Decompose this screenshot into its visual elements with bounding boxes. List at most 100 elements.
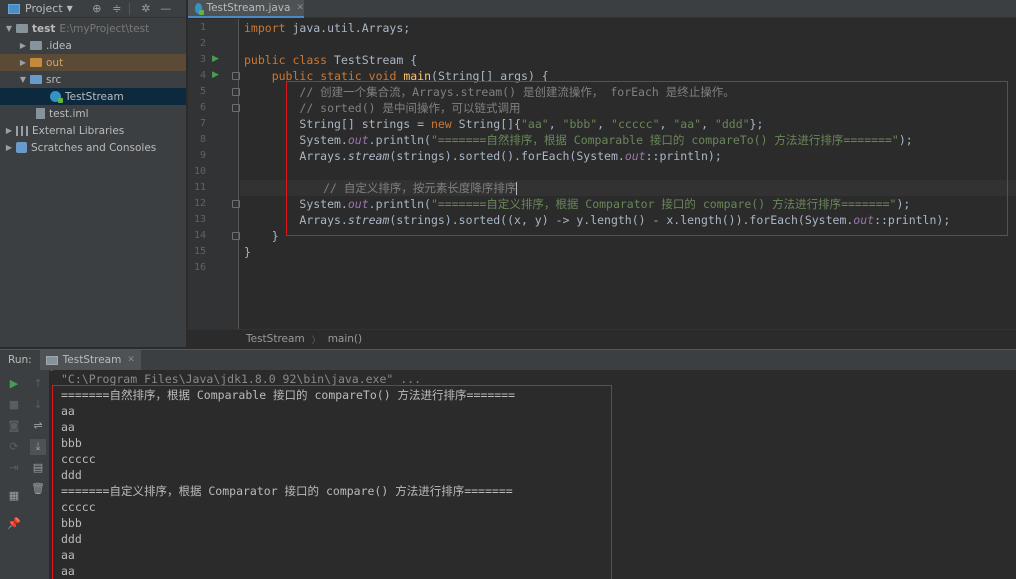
line-number: 6 (199, 102, 206, 113)
tree-item-idea[interactable]: ▶ .idea (0, 37, 186, 54)
rerun-icon[interactable]: ▶ (6, 376, 22, 392)
tree-item-label: test.iml (49, 107, 89, 120)
fold-icon[interactable] (232, 232, 240, 240)
stop-icon[interactable]: ■ (6, 397, 22, 413)
code-token: public (271, 69, 314, 83)
trash-icon[interactable]: 🗑 (30, 481, 46, 497)
print-icon[interactable]: ▤ (30, 460, 46, 476)
expand-arrow-icon[interactable]: ▶ (4, 126, 14, 135)
tree-item-label: .idea (46, 39, 72, 52)
tree-item-scratches[interactable]: ▶ Scratches and Consoles (0, 139, 186, 156)
code-editor[interactable]: import java.util.Arrays; public class Te… (240, 19, 1016, 329)
expand-arrow-icon[interactable]: ▶ (18, 58, 28, 67)
chevron-right-icon: 〉 (311, 335, 321, 346)
run-config-icon (45, 355, 58, 365)
line-number: 3 (199, 54, 206, 65)
code-token: TestStream { (327, 53, 418, 67)
folder-icon (30, 41, 42, 50)
run-tool-window-header: Run: TestStream ✕ (0, 349, 1016, 371)
code-token: void (368, 69, 397, 83)
project-view-selector[interactable]: Project (25, 2, 63, 15)
editor-tab-bar: TestStream.java ✕ (188, 0, 1016, 18)
code-token: (String[] args) { (431, 69, 549, 83)
project-view-icon (8, 3, 20, 14)
tab-label: TestStream.java (206, 2, 291, 14)
close-icon[interactable]: ✕ (296, 3, 304, 13)
scroll-up-icon[interactable]: ↑ (30, 376, 46, 392)
line-number: 11 (193, 182, 206, 193)
console-line: aa (61, 420, 75, 434)
code-token: System. (299, 197, 348, 211)
run-gutter-icon[interactable]: ▶ (212, 70, 219, 80)
camera-icon[interactable]: ◙ (6, 418, 22, 434)
tree-item-src[interactable]: ▼ src (0, 71, 186, 88)
code-token: ::println); (874, 213, 951, 227)
divider (128, 2, 130, 15)
close-icon[interactable]: ✕ (127, 355, 135, 365)
console-line: ccccc (61, 500, 96, 514)
fold-icon[interactable] (232, 72, 240, 80)
expand-arrow-icon[interactable]: ▼ (18, 75, 28, 84)
code-line-14: } (244, 228, 279, 244)
line-number: 9 (199, 150, 206, 161)
scroll-down-icon[interactable]: ↓ (30, 397, 46, 413)
code-line-1: import java.util.Arrays; (244, 20, 410, 36)
layout-icon[interactable]: ▦ (6, 488, 22, 504)
fold-icon[interactable] (232, 200, 240, 208)
restore-layout-icon[interactable]: ⟳ (6, 439, 22, 455)
line-number: 14 (193, 230, 206, 241)
code-token: ); (896, 197, 911, 211)
code-line-4: public static void main(String[] args) { (244, 68, 549, 84)
tree-item-test-iml[interactable]: test.iml (0, 105, 186, 122)
tree-item-test[interactable]: ▼ test E:\myProject\test (0, 20, 186, 37)
expand-arrow-icon[interactable]: ▶ (4, 143, 14, 152)
code-token: stream (347, 213, 390, 227)
tree-item-out[interactable]: ▶ out (0, 54, 186, 71)
console-line: =======自定义排序，根据 Comparator 接口的 compare()… (61, 484, 513, 498)
crosshair-icon[interactable]: ⊕ (89, 2, 105, 15)
code-token: class (292, 53, 328, 67)
scroll-to-end-icon[interactable]: ⤓ (30, 439, 46, 455)
code-string: "ccccc" (611, 117, 660, 131)
scratches-icon (16, 142, 27, 153)
code-token: (strings).sorted().forEach(System. (389, 149, 625, 163)
exit-icon[interactable]: ⇥ (6, 460, 22, 476)
code-token: } (271, 229, 279, 243)
tab-teststream-java[interactable]: TestStream.java ✕ (188, 0, 304, 18)
expand-arrow-icon[interactable]: ▼ (4, 24, 14, 33)
pin-icon[interactable]: 📌 (6, 516, 22, 532)
code-token: , (701, 117, 715, 131)
run-tab-label: TestStream (62, 354, 122, 366)
code-token: out (347, 197, 369, 211)
tree-item-path: E:\myProject\test (59, 22, 150, 35)
tree-item-teststream[interactable]: TestStream (0, 88, 186, 105)
console-line: aa (61, 404, 75, 418)
soft-wrap-icon[interactable]: ⇌ (30, 418, 46, 434)
run-tab-teststream[interactable]: TestStream ✕ (39, 349, 141, 371)
fold-icon[interactable] (232, 88, 240, 96)
collapse-all-icon[interactable]: ≑ (109, 2, 125, 15)
code-token: ::println); (645, 149, 722, 163)
code-string: "=======自定义排序，根据 Comparator 接口的 compare(… (430, 197, 897, 211)
chevron-down-icon[interactable]: ▼ (67, 4, 73, 13)
expand-arrow-icon[interactable]: ▶ (18, 41, 28, 50)
breadcrumb-item-class[interactable]: TestStream (246, 333, 305, 345)
run-gutter-icon[interactable]: ▶ (212, 54, 219, 64)
breadcrumb-item-method[interactable]: main() (328, 333, 362, 345)
tree-item-label: Scratches and Consoles (31, 141, 157, 154)
console-line: ddd (61, 532, 82, 546)
line-number: 13 (193, 214, 206, 225)
console-output[interactable]: "C:\Program Files\Java\jdk1.8.0_92\bin\j… (53, 370, 1016, 579)
fold-icon[interactable] (232, 104, 240, 112)
gear-icon[interactable]: ✲ (138, 2, 154, 15)
tree-item-external-libraries[interactable]: ▶ External Libraries (0, 122, 186, 139)
tree-item-label: out (46, 56, 64, 69)
line-number: 15 (193, 246, 206, 257)
minimize-icon[interactable]: — (158, 2, 174, 15)
code-token: import (244, 21, 286, 35)
console-line: bbb (61, 516, 82, 530)
console-line: =======自然排序，根据 Comparable 接口的 compareTo(… (61, 388, 516, 402)
code-comment: // 创建一个集合流，Arrays.stream() 是创建流操作， forEa… (299, 85, 735, 99)
code-token: java.util.Arrays; (285, 21, 411, 35)
code-string: "aa" (520, 117, 549, 131)
